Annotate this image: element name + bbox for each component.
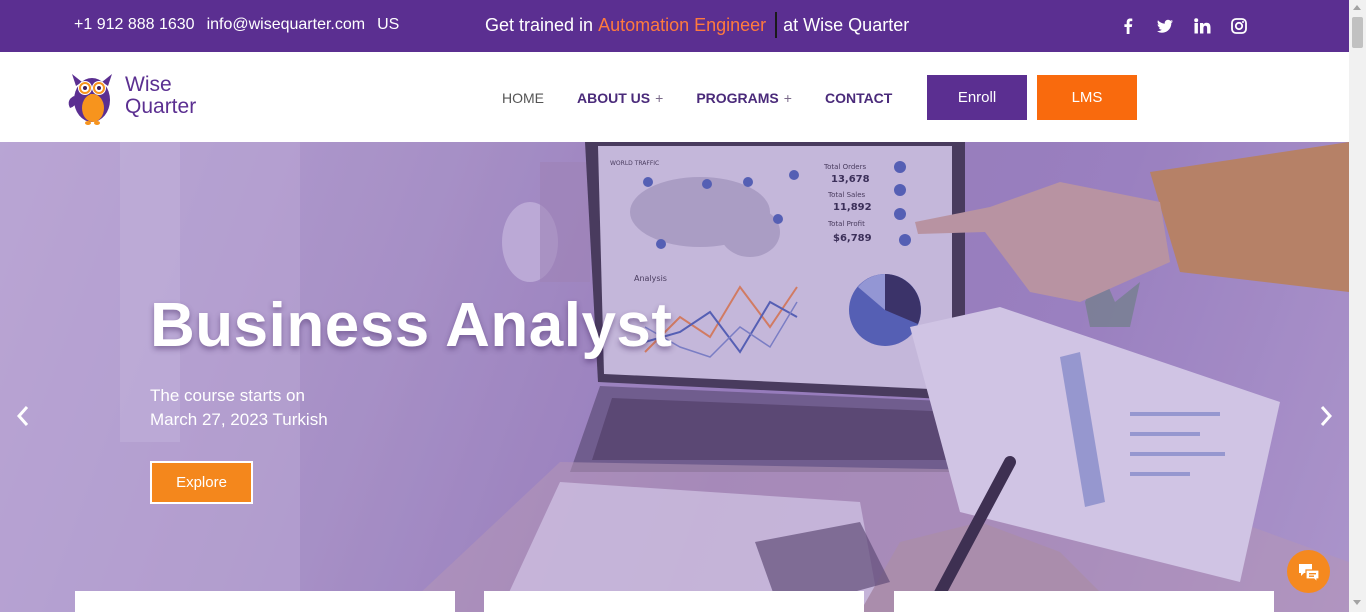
chat-icon [1298,563,1320,582]
scroll-thumb[interactable] [1352,17,1363,48]
lms-button[interactable]: LMS [1037,75,1137,120]
nav-about-label: ABOUT US [577,90,651,106]
promo-banner: Get trained in Automation Engineer at Wi… [485,12,909,38]
site-logo[interactable]: Wise Quarter [66,66,196,126]
logo-wordmark: Wise Quarter [125,74,196,118]
logo-line2: Quarter [125,95,197,118]
nav-contact-label: CONTACT [824,90,893,106]
region-selector[interactable]: US [377,16,399,34]
scroll-up-arrow-icon[interactable] [1353,5,1361,10]
owl-logo-icon [68,74,112,125]
main-nav: HOME ABOUT US + PROGRAMS + CONTACT [502,90,925,106]
plus-icon: + [783,90,792,106]
slider-next-arrow-icon[interactable] [1318,404,1334,433]
nav-home[interactable]: HOME [502,90,544,106]
contact-info: +1 912 888 1630 info@wisequarter.com US [74,16,399,34]
explore-button[interactable]: Explore [150,461,253,504]
nav-contact[interactable]: CONTACT [825,90,892,106]
plus-icon: + [655,90,664,106]
slider-prev-arrow-icon[interactable] [15,404,31,433]
nav-home-label: HOME [502,90,544,106]
feature-card[interactable] [894,591,1274,612]
enroll-button[interactable]: Enroll [927,75,1027,120]
hero-subtitle: The course starts on March 27, 2023 Turk… [150,384,328,432]
feature-card[interactable] [75,591,455,612]
page-scrollbar[interactable] [1349,0,1366,612]
linkedin-icon[interactable] [1192,16,1212,36]
instagram-icon[interactable] [1229,16,1249,36]
nav-about-us[interactable]: ABOUT US + [577,90,663,106]
nav-programs[interactable]: PROGRAMS + [696,90,792,106]
hero-subtitle-line2: March 27, 2023 Turkish [150,410,328,429]
scroll-down-arrow-icon[interactable] [1353,600,1361,605]
top-bar: +1 912 888 1630 info@wisequarter.com US … [0,0,1349,52]
twitter-icon[interactable] [1155,16,1175,36]
promo-highlight: Automation Engineer [598,14,767,35]
phone-link[interactable]: +1 912 888 1630 [74,16,195,34]
chat-widget-button[interactable] [1287,550,1330,593]
social-links [1118,16,1249,36]
typing-cursor [775,12,778,38]
nav-programs-label: PROGRAMS [696,90,779,106]
promo-suffix: at Wise Quarter [783,14,910,35]
feature-card[interactable] [484,591,864,612]
hero-title: Business Analyst [150,291,673,360]
page: +1 912 888 1630 info@wisequarter.com US … [0,0,1366,612]
hero-slider: WORLD TRAFFIC Total Orders 13,678 Total … [0,142,1349,612]
logo-line1: Wise [125,73,172,96]
hero-background-image: WORLD TRAFFIC Total Orders 13,678 Total … [0,142,1349,612]
promo-prefix: Get trained in [485,14,594,35]
facebook-icon[interactable] [1118,16,1138,36]
site-header: Wise Quarter HOME ABOUT US + PROGRAMS + CO… [0,52,1349,142]
email-link[interactable]: info@wisequarter.com [207,16,366,34]
hero-subtitle-line1: The course starts on [150,386,305,405]
